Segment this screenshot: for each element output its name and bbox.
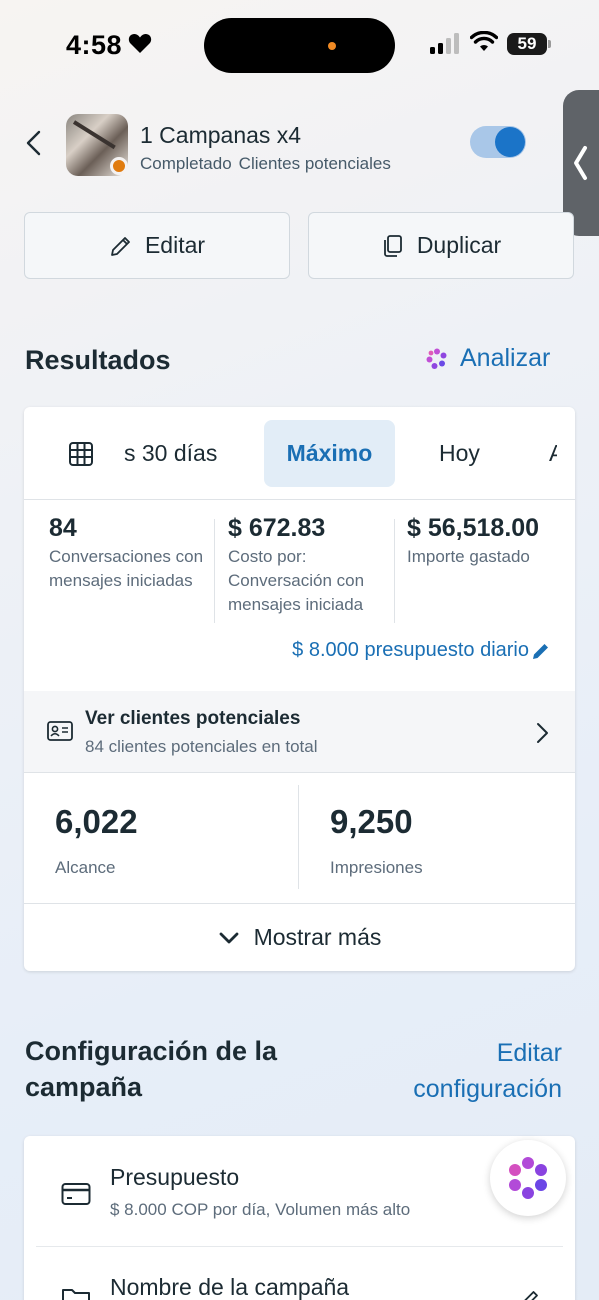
chevron-down-icon — [219, 932, 238, 943]
ai-assistant-button[interactable] — [490, 1140, 566, 1216]
date-range-tabs: s 30 días Máximo Hoy A — [24, 407, 575, 500]
calendar-grid-icon[interactable] — [68, 441, 94, 467]
edit-config-label-line2: configuración — [413, 1075, 562, 1103]
cellular-signal-icon — [430, 33, 459, 54]
metric-label: Conversaciones con mensajes iniciadas — [49, 547, 204, 590]
campaign-name-title[interactable]: Nombre de la campaña — [110, 1274, 349, 1300]
stat-label: Impresiones — [330, 858, 423, 877]
campaign-title: 1 Campanas x4 — [140, 122, 302, 148]
metric-value: 84 — [49, 514, 77, 542]
recording-indicator — [328, 42, 336, 50]
metric-value: $ 56,518.00 — [407, 514, 540, 542]
campaign-subtitle: Completado Clientes potenciales — [140, 154, 391, 174]
config-heading: Configuración de la campaña — [25, 1036, 278, 1102]
edit-config-link[interactable]: Editar configuración — [413, 1035, 562, 1107]
leads-subtitle: 84 clientes potenciales en total — [85, 737, 318, 756]
budget-title[interactable]: Presupuesto — [110, 1164, 239, 1191]
edit-button-label: Editar — [144, 232, 206, 258]
campaign-toggle[interactable] — [470, 126, 526, 158]
show-more-button[interactable]: Mostrar más — [24, 903, 575, 971]
stat-impressions: 9,250 Impresiones — [330, 802, 423, 878]
results-card: s 30 días Máximo Hoy A 84 Conversaciones… — [24, 407, 575, 971]
status-time: 4:58 — [66, 30, 123, 60]
results-metrics: 84 Conversaciones con mensajes iniciadas… — [24, 513, 575, 633]
metric-label: Importe gastado — [407, 547, 530, 566]
tab-maximum[interactable]: Máximo — [264, 420, 395, 487]
duplicate-icon — [383, 234, 402, 257]
duplicate-button[interactable]: Duplicar — [308, 212, 574, 279]
analyze-label: Analizar — [460, 344, 551, 372]
stat-value: 9,250 — [330, 803, 413, 840]
status-dot — [110, 157, 128, 175]
leads-title: Ver clientes potenciales — [85, 708, 301, 729]
metric-amount-spent: $ 56,518.00 Importe gastado — [407, 513, 567, 569]
wifi-icon — [470, 31, 498, 51]
campaign-objective: Clientes potenciales — [238, 154, 391, 173]
stat-value: 6,022 — [55, 803, 138, 840]
metric-value: $ 672.83 — [228, 514, 326, 542]
ai-assistant-icon — [509, 1157, 547, 1199]
daily-budget-label: $ 8.000 presupuesto diario — [292, 639, 529, 661]
battery-cap — [548, 40, 551, 48]
toggle-knob — [495, 127, 525, 157]
pencil-icon[interactable] — [519, 1288, 541, 1300]
config-divider — [36, 1246, 563, 1247]
metric-cost-per-result: $ 672.83 Costo por: Conversación con men… — [228, 513, 393, 617]
tab-today[interactable]: Hoy — [439, 420, 480, 487]
metric-conversations: 84 Conversaciones con mensajes iniciadas — [49, 513, 214, 593]
config-card: Presupuesto $ 8.000 COP por día, Volumen… — [24, 1136, 575, 1300]
metric-divider — [394, 519, 395, 623]
dynamic-island — [204, 18, 395, 73]
show-more-label: Mostrar más — [253, 924, 382, 950]
ai-sparkle-icon — [426, 348, 447, 369]
status-bar: 4:58 59 — [0, 0, 599, 90]
pencil-filled-icon — [533, 643, 548, 659]
edit-config-label-line1: Editar — [496, 1039, 562, 1067]
tab-next[interactable]: A — [549, 420, 557, 487]
metric-divider — [214, 519, 215, 623]
stat-divider — [298, 785, 299, 889]
thumbnail-detail — [72, 120, 116, 150]
battery-indicator: 59 — [507, 33, 547, 55]
analyze-link[interactable]: Analizar — [425, 344, 550, 373]
pencil-icon — [111, 236, 130, 256]
daily-budget-link[interactable]: $ 8.000 presupuesto diario — [292, 639, 551, 662]
view-leads-row[interactable]: Ver clientes potenciales 84 clientes pot… — [24, 691, 575, 773]
edit-button[interactable]: Editar — [24, 212, 290, 279]
tab-last-30-days[interactable]: s 30 días — [124, 420, 254, 487]
metric-label: Costo por: Conversación con mensajes ini… — [228, 547, 365, 614]
chevron-right-icon — [537, 723, 548, 743]
campaign-status: Completado — [140, 154, 232, 173]
folder-icon — [62, 1289, 90, 1300]
duplicate-button-label: Duplicar — [416, 232, 502, 258]
contact-card-icon — [47, 721, 73, 741]
back-chevron-icon[interactable] — [24, 130, 44, 156]
credit-card-icon — [61, 1183, 91, 1205]
stat-label: Alcance — [55, 858, 116, 877]
heart-icon — [128, 33, 152, 53]
budget-subtitle: $ 8.000 COP por día, Volumen más alto — [110, 1200, 411, 1219]
stat-reach: 6,022 Alcance — [55, 802, 138, 878]
results-heading: Resultados — [25, 345, 171, 375]
